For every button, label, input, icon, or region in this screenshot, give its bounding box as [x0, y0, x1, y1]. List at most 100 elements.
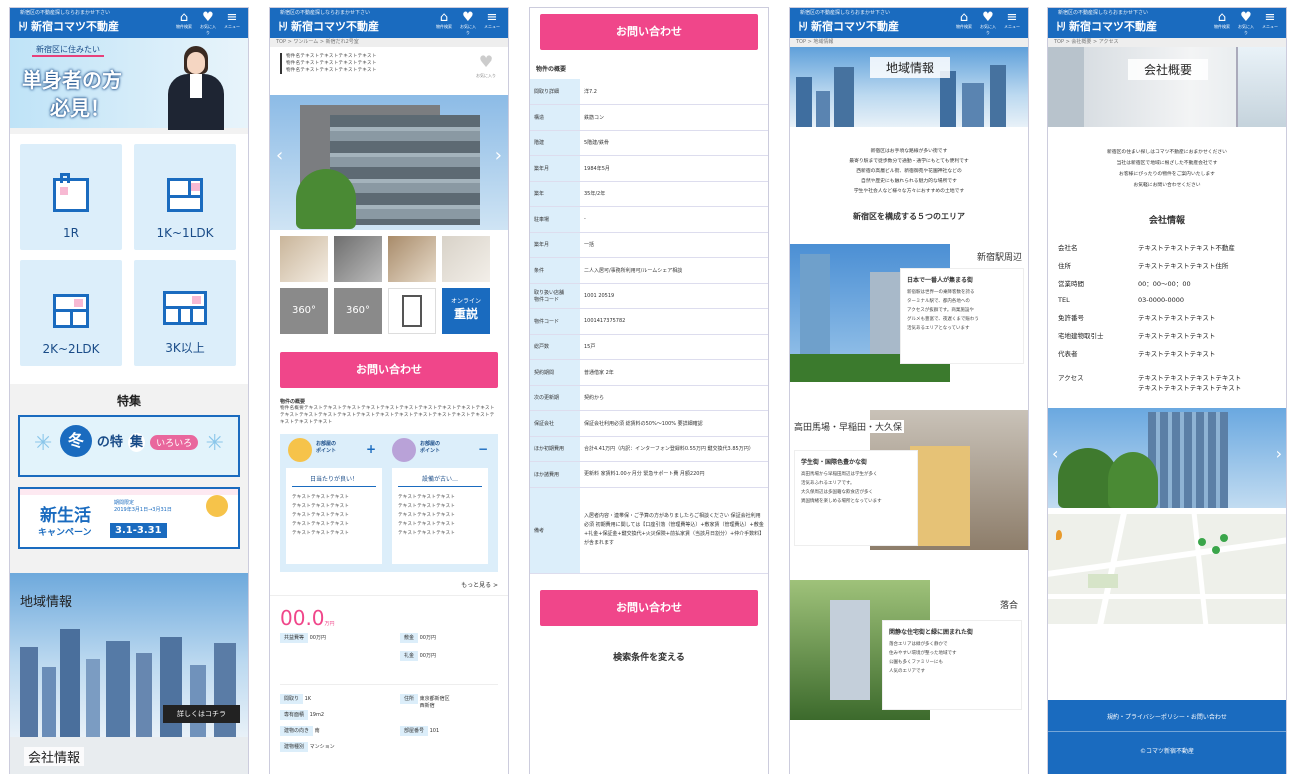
- map[interactable]: [1048, 514, 1286, 624]
- point-bad-head: 設備が古い…: [398, 474, 482, 487]
- spec-row-label: 保証会社: [530, 410, 580, 437]
- inquiry-button-top[interactable]: お問い合わせ: [540, 14, 758, 50]
- breadcrumb[interactable]: TOP > ワンルーム > 新宿だれ2号室: [270, 38, 508, 47]
- points-section: お部屋の ポイント + お部屋の ポイント − 日当たりが良い！ テキストテキス…: [280, 434, 498, 572]
- menu-icon[interactable]: ≡ メニュー: [484, 11, 500, 36]
- logo[interactable]: ﾄﾘ 新宿コマツ不動産: [1056, 18, 1157, 34]
- company-photo[interactable]: ‹ ›: [1048, 408, 1286, 508]
- banner-winter[interactable]: ✳ ✳ 冬 の特 集 いろいろ: [18, 415, 240, 477]
- info-row-value: テキストテキストテキスト不動産: [1138, 244, 1235, 252]
- thumbnail[interactable]: [442, 236, 490, 282]
- area2-head: 学生街・国際色豊かな街: [801, 459, 868, 466]
- thumbnail[interactable]: [334, 236, 382, 282]
- card-1k[interactable]: 1K~1LDK: [134, 144, 236, 250]
- prev-arrow-icon[interactable]: ‹: [1052, 444, 1058, 463]
- thumbnail[interactable]: [280, 236, 328, 282]
- next-arrow-icon[interactable]: ›: [495, 145, 502, 166]
- company-banner[interactable]: 会社情報: [10, 737, 248, 774]
- card-3k-label: 3K以上: [165, 341, 205, 355]
- heart-icon[interactable]: ♥ お気に入り: [1238, 11, 1254, 36]
- card-3k[interactable]: 3K以上: [134, 260, 236, 366]
- breadcrumb[interactable]: TOP > 地域情報: [790, 38, 1028, 47]
- minus-icon: −: [478, 442, 489, 456]
- property-photo[interactable]: ‹ ›: [270, 95, 508, 230]
- areas-title: 新宿区を構成する５つのエリア: [853, 212, 965, 221]
- card-2k[interactable]: 2K~2LDK: [20, 260, 122, 366]
- info-row-label: アクセス: [1058, 374, 1084, 382]
- company-info-title: 会社情報: [1148, 216, 1185, 226]
- area-card-takadanobaba[interactable]: 高田馬場・早稲田・大久保 学生街・国際色豊かな街 高田馬場から早稲田周辺は学生が…: [790, 410, 1028, 580]
- hero-banner[interactable]: 新宿区に住みたい 単身者の方 必見！: [10, 38, 248, 130]
- tagline: 新宿区の不動産探しならおまかせ下さい: [1058, 10, 1149, 16]
- more-link[interactable]: もっと見る >: [280, 580, 498, 589]
- next-arrow-icon[interactable]: ›: [1276, 444, 1282, 463]
- inquiry-button-bottom[interactable]: お問い合わせ: [540, 589, 758, 626]
- property-lead: 物件名テキストテキストテキストテキスト 物件名テキストテキストテキストテキスト …: [270, 47, 508, 95]
- breadcrumb[interactable]: TOP > 会社概要 > アクセス: [1048, 38, 1286, 47]
- spec-row-label: 総戸数: [530, 334, 580, 360]
- card-1r[interactable]: 1R: [20, 144, 122, 250]
- card-2k-label: 2K~2LDK: [42, 342, 100, 356]
- spec-row-label: 取り扱い店舗 物件コード: [530, 283, 580, 309]
- home-icon-label: 物件検索: [956, 24, 972, 29]
- spec-label: 建物の向き: [280, 726, 314, 736]
- info-row: 免許番号 テキストテキストテキスト: [1058, 308, 1276, 326]
- heart-icon[interactable]: ♥ お気に入り: [200, 11, 216, 36]
- area1-title: 新宿駅周辺: [976, 253, 1022, 263]
- phone-property: 新宿区の不動産探しならおまかせ下さい ﾄﾘ 新宿コマツ不動産 ⌂ 物件検索 ♥ お気に…: [270, 8, 508, 774]
- online-explain-button[interactable]: オンライン 重説: [442, 288, 490, 334]
- logo[interactable]: ﾄﾘ 新宿コマツ不動産: [278, 18, 379, 34]
- floorplan-1r-icon: [53, 173, 89, 212]
- favorite-heart-icon[interactable]: ♥ お気に入り: [476, 54, 496, 83]
- prev-arrow-icon[interactable]: ‹: [276, 145, 283, 166]
- thumbnail[interactable]: [388, 236, 436, 282]
- info-row: 会社名 テキストテキストテキスト不動産: [1058, 238, 1276, 256]
- menu-icon[interactable]: ≡ メニュー: [1262, 11, 1278, 36]
- heart-icon[interactable]: ♥ お気に入り: [980, 11, 996, 36]
- thumbnail-grid: 360° 360° オンライン 重説: [270, 236, 508, 346]
- home-icon[interactable]: ⌂ 物件検索: [1214, 11, 1230, 36]
- spec-row-label: 構造: [530, 104, 580, 131]
- footer-links[interactable]: 規約・プライバシーポリシー・お問い合わせ: [1048, 712, 1286, 721]
- logo[interactable]: ﾄﾘ 新宿コマツ不動産: [18, 18, 119, 34]
- region-banner[interactable]: 地域情報 詳しくはコチラ: [10, 573, 248, 737]
- logo-text: 新宿コマツ不動産: [811, 20, 899, 33]
- logo-text: 新宿コマツ不動産: [1069, 20, 1157, 33]
- area-card-shinjuku[interactable]: 新宿駅周辺 日本で一番人が集まる街 新宿駅は世界一の乗降客数を誇る ターミナル駅…: [790, 244, 1028, 394]
- outline-heading: 物件の概要: [280, 399, 306, 405]
- menu-icon[interactable]: ≡ メニュー: [224, 11, 240, 36]
- info-row: 営業時間 00：00〜00：00: [1058, 274, 1276, 292]
- thumbnail-360[interactable]: 360°: [280, 288, 328, 334]
- floorplan-2k-icon: [53, 294, 89, 328]
- area1-body: 新宿駅は世界一の乗降客数を誇る ターミナル駅で、都内各地への アクセスが抜群です…: [907, 290, 979, 331]
- menu-icon[interactable]: ≡ メニュー: [1004, 11, 1020, 36]
- banner-spring[interactable]: 新生活 キャンペーン 期間限定 2019年3月1日→3月31日 3.1-3.31: [18, 487, 240, 549]
- spec-row-label: 駐車場: [530, 206, 580, 233]
- logo-mark: ﾄﾘ: [278, 20, 288, 33]
- home-icon[interactable]: ⌂ 物件検索: [176, 11, 192, 36]
- company-title: 会社情報: [24, 747, 85, 766]
- home-icon[interactable]: ⌂ 物件検索: [956, 11, 972, 36]
- logo[interactable]: ﾄﾘ 新宿コマツ不動産: [798, 18, 899, 34]
- area-card-ochiai[interactable]: 落合 閑静な住宅街と緑に囲まれた街 落合エリアは緑が多く静かで 住みやすい環境が…: [790, 580, 1028, 730]
- change-search-heading[interactable]: 検索条件を変える: [530, 650, 768, 663]
- spec-row-label: 築年月: [530, 155, 580, 182]
- inquiry-button[interactable]: お問い合わせ: [280, 352, 498, 388]
- home-icon[interactable]: ⌂ 物件検索: [436, 11, 452, 36]
- spec-row-label: 階建: [530, 130, 580, 156]
- region-detail-button[interactable]: 詳しくはコチラ: [163, 705, 240, 723]
- spec-value: 南: [314, 728, 320, 734]
- hero-title-1: 単身者の方: [22, 68, 122, 92]
- spec-row-value: 1001417375782: [580, 308, 768, 335]
- area3-body: 落合エリアは緑が多く静かで 住みやすい環境が整った地域です 公園も多くファミリー…: [889, 642, 957, 674]
- spec-row-value: 更新料 家賃料1.00ヶ月分 緊急サポート費 月額220円: [580, 461, 768, 488]
- card-1k-label: 1K~1LDK: [156, 226, 214, 240]
- avatar: [392, 438, 416, 462]
- area3-title: 落合: [999, 601, 1018, 611]
- menu-icon-label: メニュー: [1262, 24, 1278, 29]
- floorplan-thumbnail[interactable]: [388, 288, 436, 334]
- phone-spec: お問い合わせ 物件の概要 間取り詳細 洋7.2 構造 鉄筋コン 階建 5階建/鉄骨 築年月 1…: [530, 8, 768, 774]
- heart-icon[interactable]: ♥ お気に入り: [460, 11, 476, 36]
- thumbnail-360[interactable]: 360°: [334, 288, 382, 334]
- logo-mark: ﾄﾘ: [1056, 20, 1066, 33]
